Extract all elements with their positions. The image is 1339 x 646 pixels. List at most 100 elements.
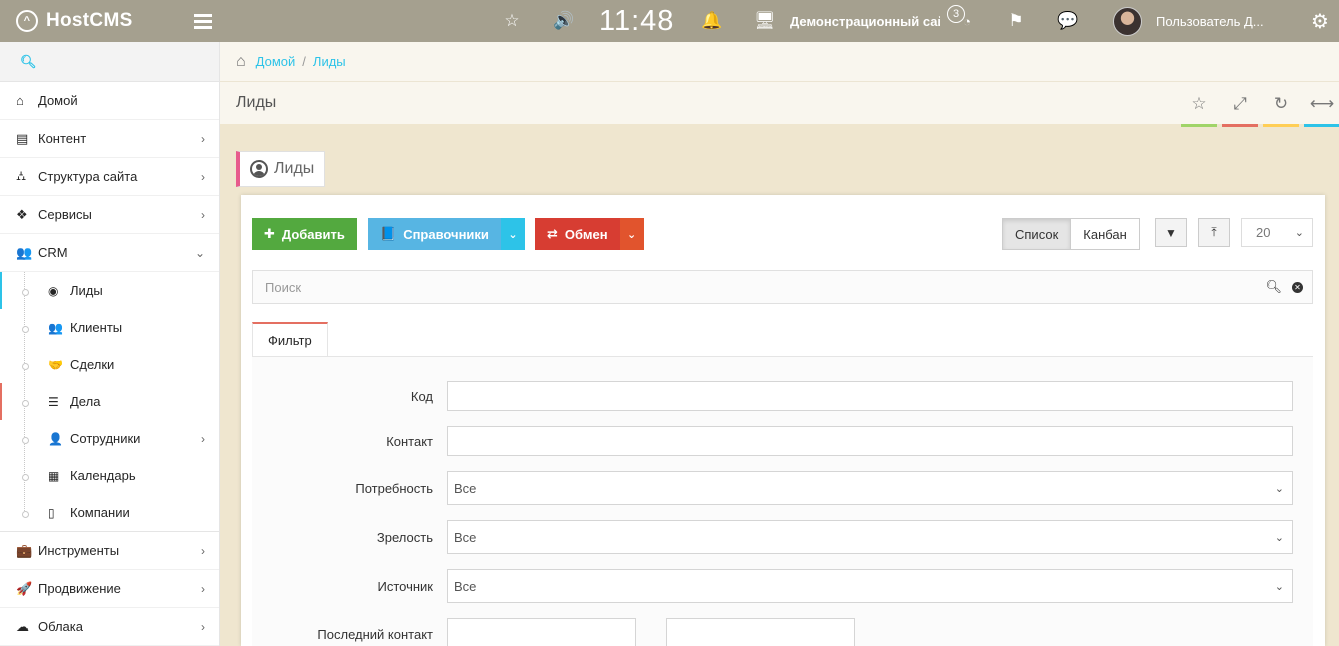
home-icon[interactable]: ⌂ <box>236 53 246 71</box>
chevron-down-icon: ⌄ <box>1274 531 1284 544</box>
fullscreen-icon[interactable]: ⤢ <box>1222 94 1258 127</box>
users-icon: 👥 <box>48 320 63 335</box>
sidebar-item-structure[interactable]: ⛼ Структура сайта › <box>0 158 219 196</box>
calendar-icon: ▦ <box>48 468 60 483</box>
sidebar-item-tools[interactable]: 💼 Инструменты › <box>0 532 219 570</box>
tab-filter[interactable]: Фильтр <box>252 322 328 356</box>
flag-icon[interactable]: ⚑ <box>1004 0 1028 42</box>
plus-icon: ✚ <box>264 226 275 241</box>
site-selector[interactable]: Демонстрационный сайт <box>790 0 940 42</box>
search-icon: 🔍︎ <box>20 53 37 69</box>
sidebar-item-employees[interactable]: 👤 Сотрудники › <box>0 420 219 457</box>
newspaper-icon: ▤ <box>16 130 29 146</box>
source-select[interactable]: Все ⌄ <box>447 569 1293 603</box>
chevron-right-icon: › <box>201 169 205 184</box>
user-name[interactable]: Пользователь Д... <box>1156 0 1264 42</box>
tasks-icon: ☰ <box>48 394 59 409</box>
breadcrumb-leads[interactable]: Лиды <box>313 54 346 69</box>
expand-width-icon[interactable]: ⟷ <box>1304 94 1339 127</box>
chevron-down-icon: ⌄ <box>1294 227 1304 239</box>
filter-row-code: Код <box>252 381 1313 411</box>
breadcrumb: ⌂ Домой / Лиды <box>220 42 1339 82</box>
chat-icon[interactable]: 💬 <box>1056 0 1080 42</box>
bell-icon[interactable]: 🔔 <box>700 0 724 42</box>
logo[interactable]: ^ HostCMS <box>16 0 133 42</box>
filter-row-last-contact: Последний контакт <box>252 618 1313 646</box>
sidebar-item-leads[interactable]: ◉ Лиды <box>0 272 219 309</box>
view-switcher: Список Канбан <box>1002 218 1140 250</box>
filter-row-source: Источник Все ⌄ <box>252 569 1313 603</box>
home-icon: ⌂ <box>16 93 24 108</box>
exchange-icon: ⇄ <box>547 226 558 241</box>
logo-text: HostCMS <box>46 10 133 31</box>
widget-tab: Лиды <box>236 151 326 187</box>
code-field[interactable] <box>447 381 1293 411</box>
sidebar: 🔍︎ ⌂ Домой ▤ Контент › ⛼ Структура сайта › ❖ С… <box>0 42 220 646</box>
search-icon[interactable]: 🔍︎ <box>1265 279 1282 295</box>
bookmark-star-icon[interactable]: ☆ <box>1181 94 1217 127</box>
contact-field[interactable] <box>447 426 1293 456</box>
exchange-button[interactable]: ⇄ Обмен ⌄ <box>535 218 644 250</box>
user-icon: 👤 <box>48 431 63 446</box>
chevron-right-icon: › <box>201 207 205 222</box>
cubes-icon: ❖ <box>16 206 28 222</box>
page-header: Лиды ☆ ⤢ ↻ ⟷ <box>220 82 1339 127</box>
sidebar-item-services[interactable]: ❖ Сервисы › <box>0 196 219 234</box>
rocket-icon: 🚀 <box>16 580 33 596</box>
refresh-icon[interactable]: ↻ <box>1263 94 1299 127</box>
chevron-down-icon: ⌄ <box>194 245 205 260</box>
sidebar-item-promotion[interactable]: 🚀 Продвижение › <box>0 570 219 608</box>
directories-button[interactable]: 📘 Справочники ⌄ <box>368 218 525 250</box>
sidebar-item-calendar[interactable]: ▦ Календарь <box>0 457 219 494</box>
breadcrumb-home[interactable]: Домой <box>256 54 296 69</box>
sidebar-item-companies[interactable]: ▯ Компании <box>0 494 219 531</box>
search-input[interactable]: Поиск 🔍︎ ✕ <box>252 270 1313 304</box>
view-list-button[interactable]: Список <box>1003 219 1072 249</box>
menu-toggle-icon[interactable] <box>194 0 212 42</box>
sidebar-item-content[interactable]: ▤ Контент › <box>0 120 219 158</box>
chevron-right-icon: › <box>201 431 205 446</box>
gear-icon[interactable]: ⚙ <box>1308 0 1332 42</box>
upload-icon[interactable]: ⤒ <box>1198 218 1230 247</box>
sidebar-item-home[interactable]: ⌂ Домой <box>0 82 219 120</box>
book-icon: 📘 <box>380 226 397 241</box>
sidebar-item-deals[interactable]: 🤝 Сделки <box>0 346 219 383</box>
sidebar-item-clients[interactable]: 👥 Клиенты <box>0 309 219 346</box>
sidebar-item-crm[interactable]: 👥 CRM ⌄ <box>0 234 219 272</box>
briefcase-icon: 💼 <box>16 542 33 558</box>
crm-submenu: ◉ Лиды 👥 Клиенты 🤝 Сделки ☰ Дела 👤 Сотрудники… <box>0 272 219 532</box>
last-contact-to-field[interactable] <box>666 618 855 646</box>
clear-icon[interactable]: ✕ <box>1292 281 1303 293</box>
star-icon[interactable]: ☆ <box>500 0 524 42</box>
chevron-down-icon[interactable]: ⌄ <box>619 218 644 250</box>
chevron-down-icon: ⌄ <box>1274 482 1284 495</box>
add-button[interactable]: ✚ Добавить <box>252 218 357 250</box>
view-kanban-button[interactable]: Канбан <box>1071 219 1139 249</box>
filter-row-contact: Контакт <box>252 426 1313 456</box>
sidebar-item-clouds[interactable]: ☁ Облака › <box>0 608 219 646</box>
leads-widget: ✚ Добавить 📘 Справочники ⌄ ⇄ Обмен ⌄ Список К… <box>241 195 1325 646</box>
sidebar-item-tasks[interactable]: ☰ Дела <box>0 383 219 420</box>
chevron-right-icon: › <box>201 619 205 634</box>
handshake-icon: 🤝 <box>48 357 63 372</box>
chevron-right-icon: › <box>201 543 205 558</box>
sidebar-search[interactable]: 🔍︎ <box>0 42 219 82</box>
maturity-select[interactable]: Все ⌄ <box>447 520 1293 554</box>
chevron-down-icon: ⌄ <box>1274 580 1284 593</box>
last-contact-from-field[interactable] <box>447 618 636 646</box>
chevron-down-icon[interactable]: ⌄ <box>500 218 525 250</box>
per-page-select[interactable]: 20 ⌄ <box>1241 218 1313 247</box>
page-title: Лиды <box>236 94 277 111</box>
breadcrumb-separator: / <box>302 54 306 69</box>
clock: 11:48 <box>599 4 675 37</box>
user-circle-icon: ◉ <box>48 283 59 298</box>
volume-icon[interactable]: 🔊 <box>552 0 576 42</box>
filter-icon[interactable]: ▼ <box>1155 218 1187 247</box>
filter-row-need: Потребность Все ⌄ <box>252 471 1313 505</box>
need-select[interactable]: Все ⌄ <box>447 471 1293 505</box>
logo-icon: ^ <box>16 10 38 32</box>
cloud-icon: ☁ <box>16 618 29 634</box>
dashboard-icon[interactable]: ◔ <box>955 0 979 42</box>
avatar[interactable] <box>1113 0 1142 42</box>
monitor-icon[interactable]: 🖥 <box>753 0 777 42</box>
